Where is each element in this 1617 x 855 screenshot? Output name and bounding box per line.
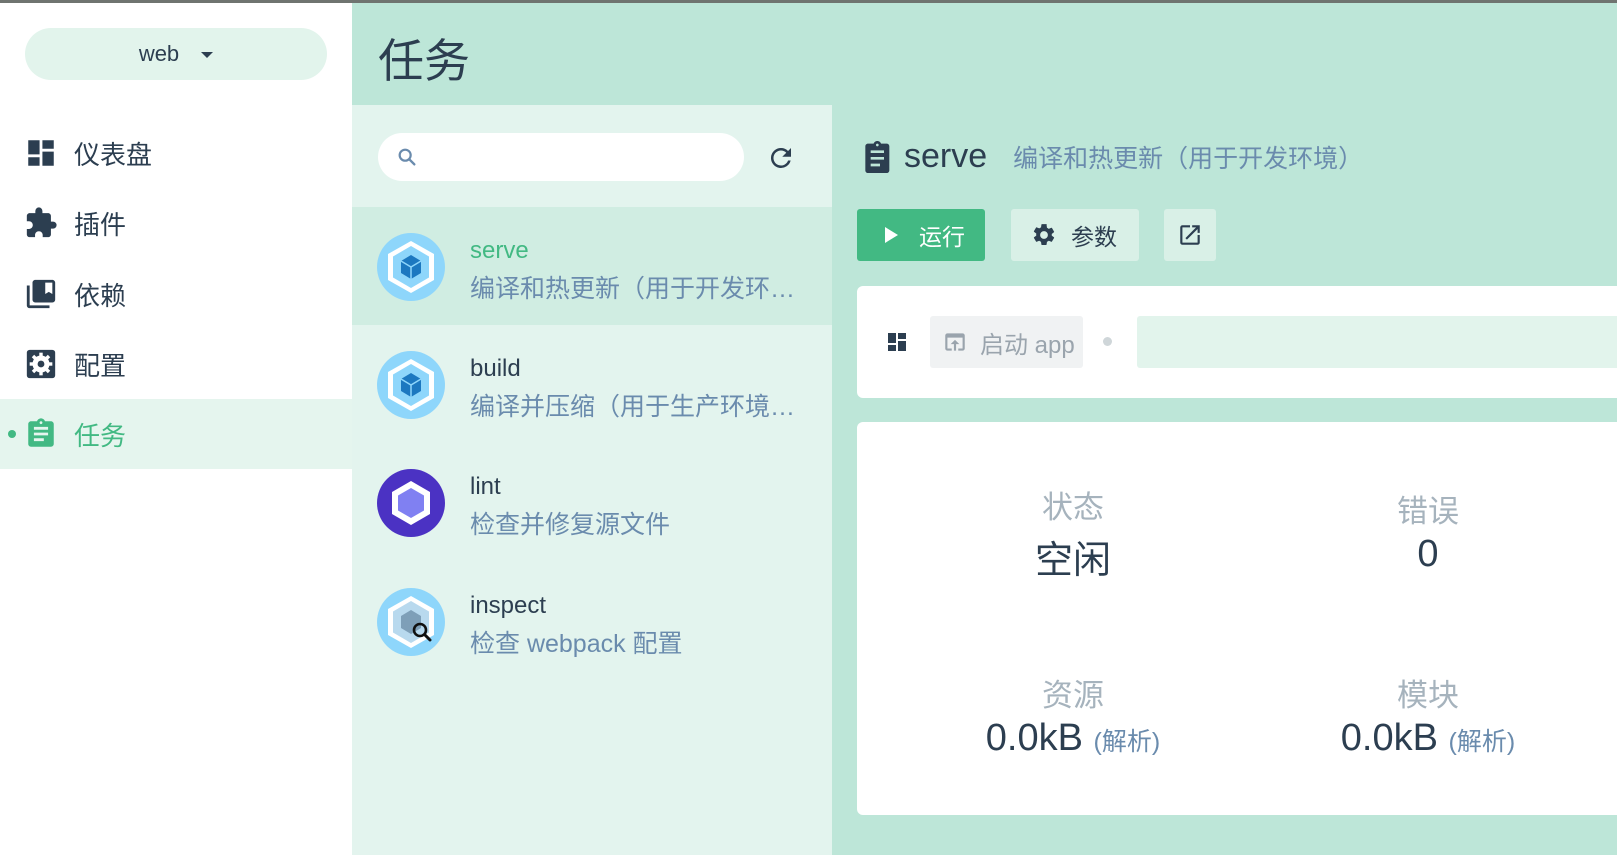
- task-description: 检查并修复源文件: [470, 511, 671, 539]
- stat-value: 0.0kB: [1340, 717, 1438, 759]
- puzzle-icon: [26, 207, 57, 238]
- task-name: inspect: [470, 592, 547, 619]
- task-name: lint: [470, 473, 501, 500]
- stat-value: 0: [1417, 533, 1439, 575]
- app-url-field[interactable]: [1137, 316, 1617, 368]
- task-description: 编译和热更新（用于开发环…: [470, 275, 796, 303]
- sidebar-item-label: 仪表盘: [74, 139, 153, 170]
- webpack-icon: [377, 233, 445, 301]
- separator-dot: [1103, 337, 1112, 346]
- search-icon: [398, 148, 416, 166]
- sidebar-item-plugins[interactable]: 插件: [0, 188, 352, 258]
- project-selector[interactable]: web: [25, 28, 327, 80]
- task-detail-name: serve: [904, 137, 988, 175]
- sidebar-item-tasks[interactable]: 任务: [0, 399, 352, 469]
- project-name: web: [138, 41, 180, 66]
- task-item-serve[interactable]: serve 编译和热更新（用于开发环…: [352, 207, 832, 325]
- task-detail-header: serve 编译和热更新（用于开发环境）: [860, 137, 1363, 176]
- search-input[interactable]: [430, 141, 730, 173]
- stat-label: 模块: [1397, 678, 1459, 713]
- sidebar-item-configuration[interactable]: 配置: [0, 329, 352, 399]
- task-detail-panel: serve 编译和热更新（用于开发环境） 运行 参数 启动 app 状态 空闲 …: [832, 105, 1617, 855]
- sidebar-item-label: 依赖: [74, 280, 127, 311]
- run-button[interactable]: 运行: [857, 209, 985, 261]
- stat-value-row: 0.0kB (解析): [1278, 717, 1578, 760]
- launch-app-label: 启动 app: [980, 331, 1075, 359]
- sidebar-item-dependencies[interactable]: 依赖: [0, 259, 352, 329]
- stat-modules: 模块 0.0kB (解析): [1278, 670, 1578, 760]
- task-list-panel: serve 编译和热更新（用于开发环… build 编译并压缩（用于生产环境… …: [352, 105, 832, 855]
- stat-value: 空闲: [1034, 540, 1111, 582]
- open-in-browser-icon: [945, 333, 965, 351]
- task-item-build[interactable]: build 编译并压缩（用于生产环境…: [352, 325, 832, 443]
- sidebar-item-dashboard[interactable]: 仪表盘: [0, 118, 352, 188]
- sidebar-item-label: 配置: [74, 350, 127, 381]
- dashboard-icon[interactable]: [885, 330, 909, 354]
- settings-box-icon: [26, 349, 56, 379]
- dashboard-icon: [28, 140, 54, 166]
- eslint-icon: [377, 469, 445, 537]
- clipboard-icon: [865, 140, 890, 173]
- task-description: 检查 webpack 配置: [470, 630, 683, 658]
- task-name: serve: [470, 237, 529, 264]
- play-icon: [885, 227, 898, 243]
- page-title: 任务: [378, 35, 470, 87]
- webpack-icon: [377, 351, 445, 419]
- library-icon: [26, 279, 56, 309]
- caret-down-icon: [201, 52, 214, 58]
- open-external-button[interactable]: [1164, 209, 1216, 261]
- gear-icon: [1033, 224, 1055, 245]
- stat-label: 资源: [1042, 678, 1104, 713]
- sidebar: web 仪表盘 插件 依赖 配置 任务: [0, 3, 352, 855]
- run-button-label: 运行: [919, 224, 965, 250]
- task-description: 编译并压缩（用于生产环境…: [470, 393, 796, 421]
- search-box[interactable]: [378, 133, 744, 181]
- stat-label: 状态: [1042, 490, 1104, 525]
- stat-sub: (解析): [1093, 728, 1161, 756]
- task-item-inspect[interactable]: inspect 检查 webpack 配置: [352, 562, 832, 680]
- stat-sub: (解析): [1448, 728, 1516, 756]
- stat-value-row: 0.0kB (解析): [923, 717, 1223, 760]
- stat-errors: 错误 0: [1278, 486, 1578, 576]
- page-header: 任务: [352, 3, 1617, 105]
- stat-label: 错误: [1397, 494, 1459, 529]
- open-in-new-icon: [1180, 225, 1200, 245]
- clipboard-icon: [28, 418, 54, 447]
- task-toolbar: 启动 app: [857, 286, 1617, 398]
- task-item-lint[interactable]: lint 检查并修复源文件: [352, 443, 832, 561]
- task-stats-card: 状态 空闲 错误 0 资源 0.0kB (解析) 模块 0.0kB (解析): [857, 422, 1617, 815]
- stat-assets: 资源 0.0kB (解析): [923, 670, 1223, 760]
- webpack-inspect-icon: [377, 588, 445, 656]
- parameters-button-label: 参数: [1071, 224, 1117, 250]
- stat-value: 0.0kB: [985, 717, 1083, 759]
- active-indicator: [8, 430, 16, 438]
- stat-status: 状态 空闲: [923, 482, 1223, 584]
- refresh-icon[interactable]: [766, 143, 796, 173]
- task-detail-description: 编译和热更新（用于开发环境）: [1013, 144, 1364, 173]
- task-name: build: [470, 355, 521, 382]
- launch-app-button[interactable]: 启动 app: [930, 316, 1083, 368]
- sidebar-item-label: 插件: [74, 209, 127, 240]
- sidebar-item-label: 任务: [74, 420, 127, 451]
- parameters-button[interactable]: 参数: [1011, 209, 1139, 261]
